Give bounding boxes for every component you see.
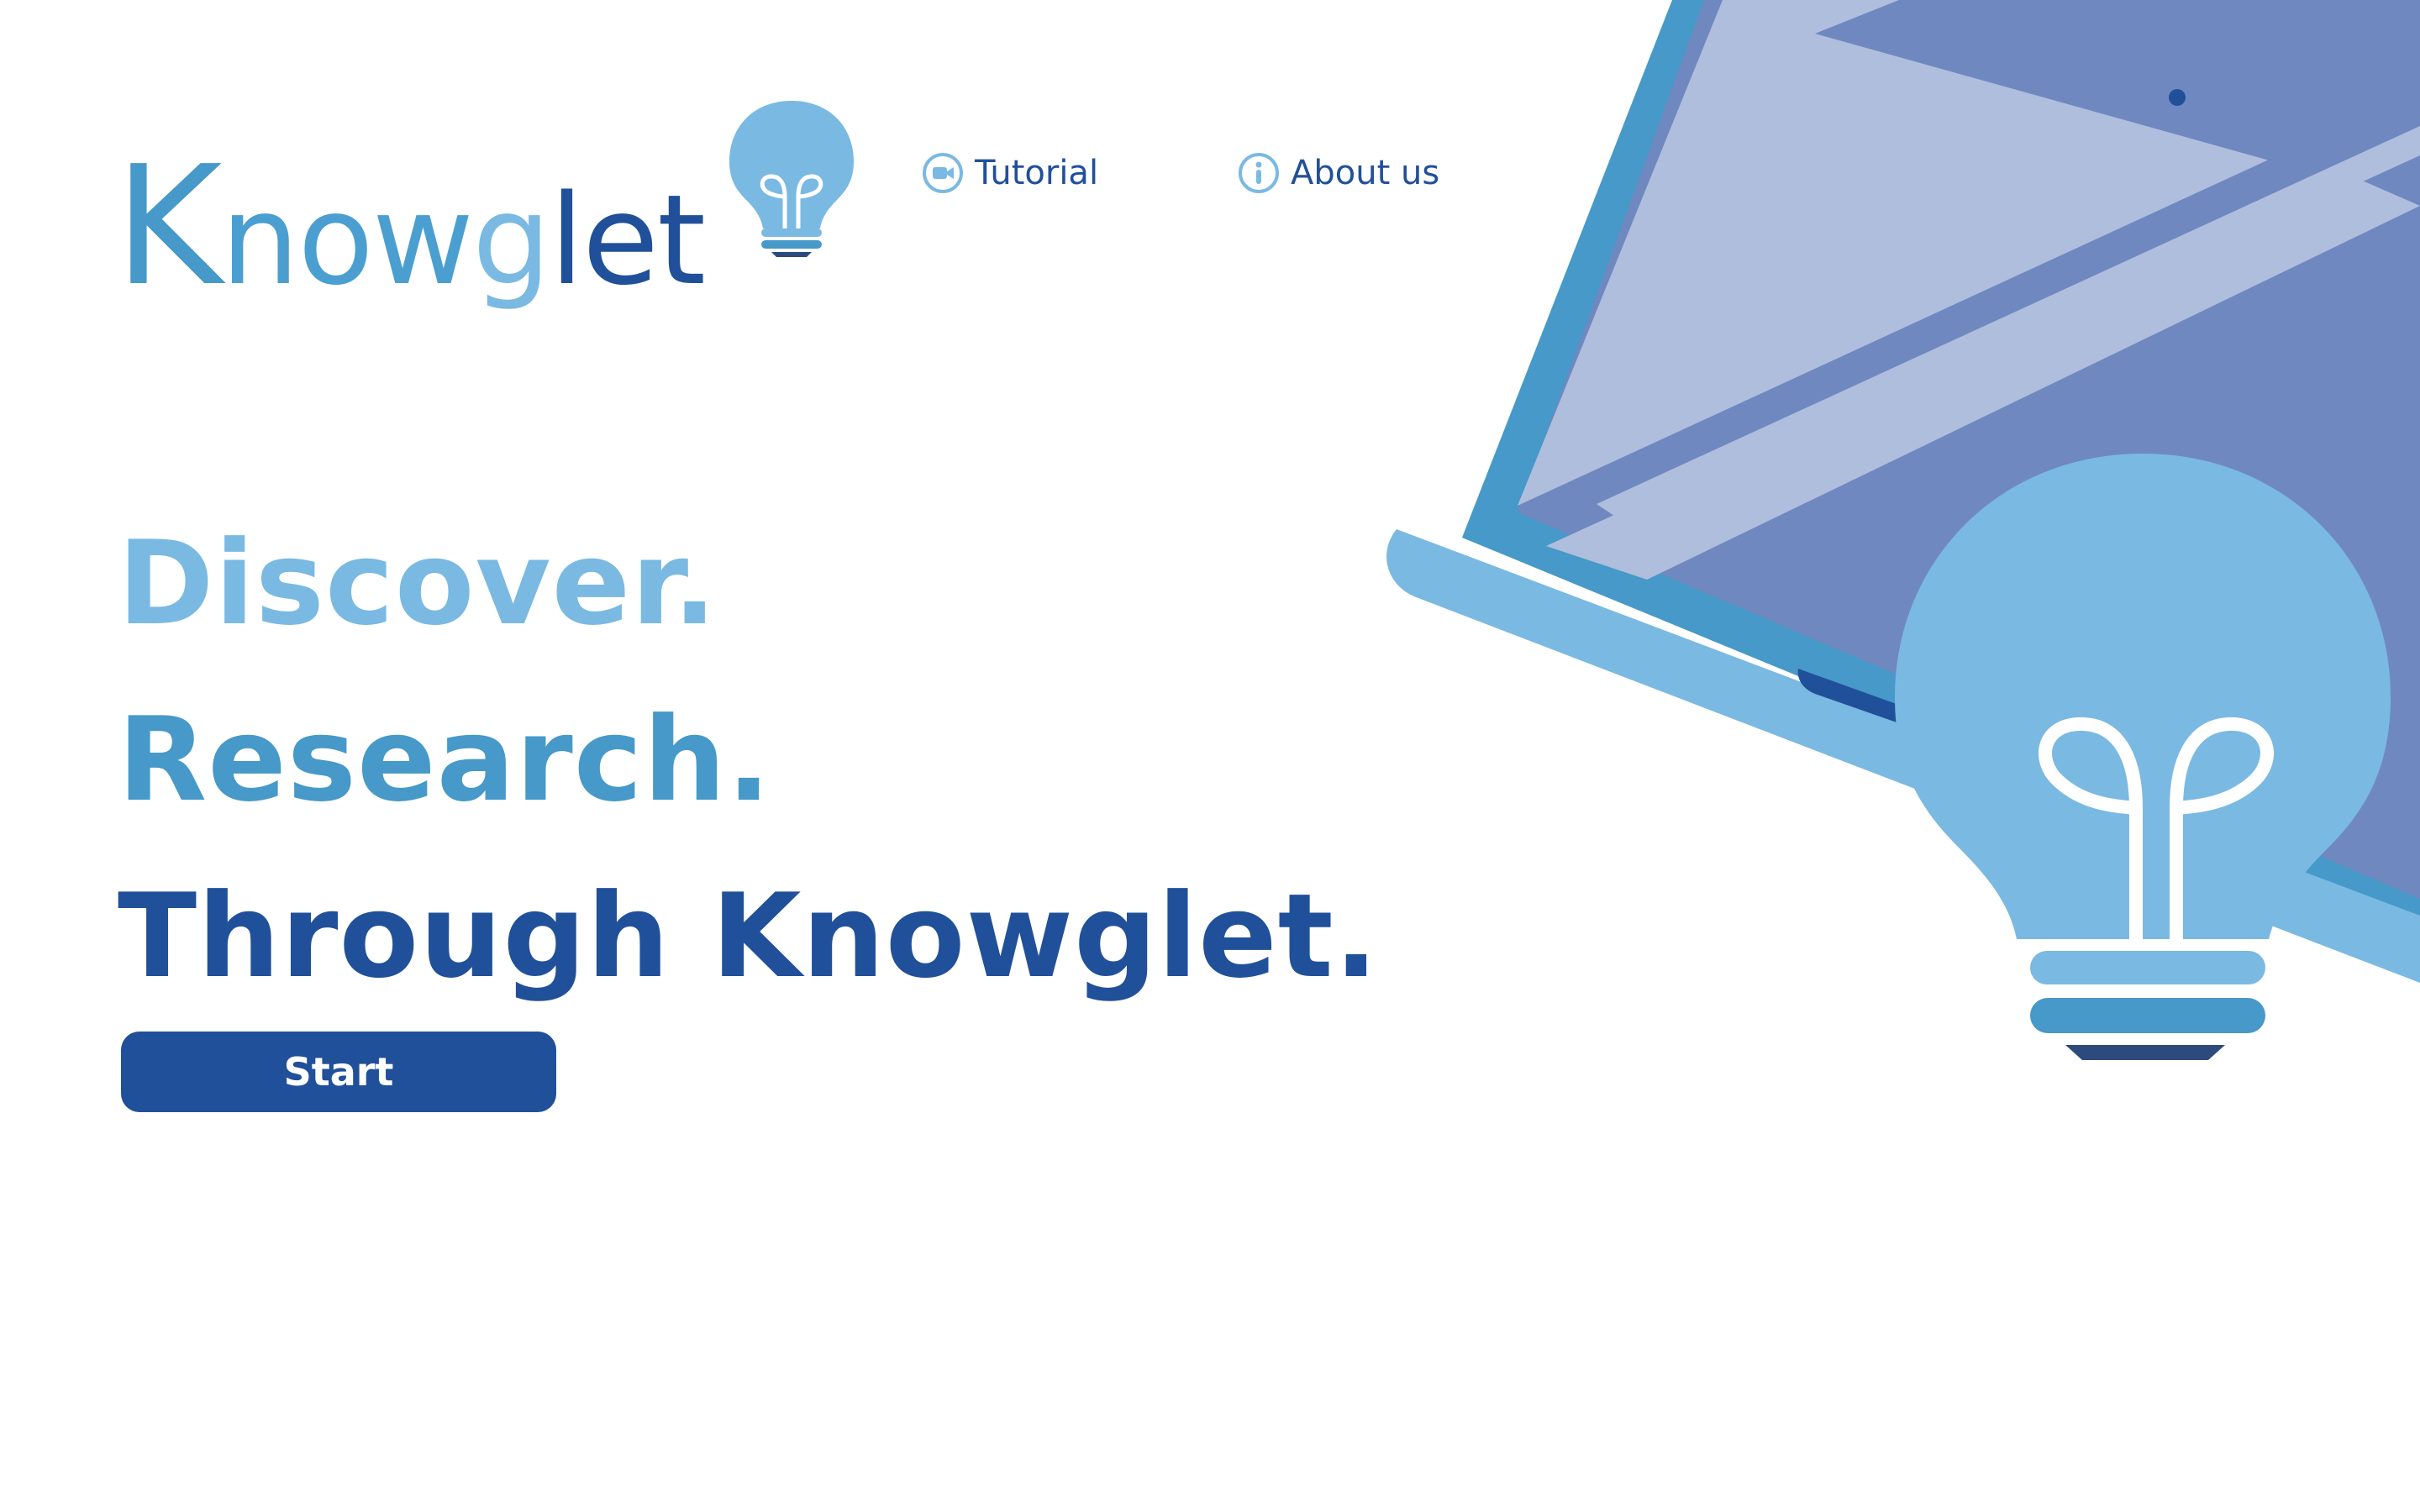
video-camera-icon [923, 153, 963, 193]
landing-page: K now g let Tutorial About us Discover. … [0, 0, 2420, 1512]
hero-illustration [1386, 0, 2420, 1060]
logo-letters-let: let [549, 168, 706, 312]
nav-tutorial-link[interactable]: Tutorial [921, 151, 1098, 195]
brand-logo[interactable]: K now g let [114, 94, 859, 309]
nav-tutorial-label: Tutorial [975, 154, 1099, 192]
headline-line-through-knowglet: Through Knowglet. [118, 869, 1380, 1004]
logo-wordmark: K now g let [114, 131, 706, 323]
nav-about-label: About us [1291, 154, 1440, 192]
logo-letter-g: g [471, 168, 551, 312]
logo-letter-k: K [114, 131, 223, 323]
headline-line-research: Research. [118, 692, 772, 827]
headline-line-discover: Discover. [118, 516, 718, 651]
hero-headline: Discover. Research. Through Knowglet. [118, 496, 1379, 1025]
lightbulb-icon [729, 101, 855, 257]
info-icon [1239, 153, 1279, 193]
start-button[interactable]: Start [121, 1032, 556, 1112]
nav-about-link[interactable]: About us [1237, 151, 1439, 195]
logo-letters-now: now [220, 168, 474, 312]
lightbulb-illustration [1895, 454, 2391, 1060]
